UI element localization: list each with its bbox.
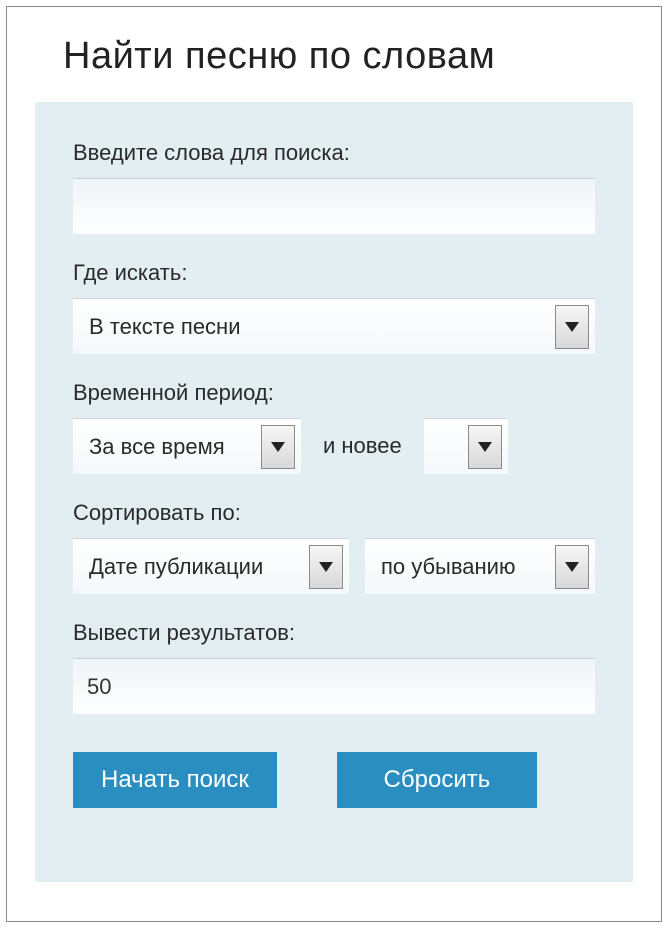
time-period-select[interactable]: За все время [73, 418, 301, 474]
page-title: Найти песню по словам [7, 7, 661, 102]
form-container: Найти песню по словам Введите слова для … [6, 6, 662, 922]
chevron-down-icon [478, 442, 492, 452]
results-count-label: Вывести результатов: [73, 620, 595, 646]
search-panel: Введите слова для поиска: Где искать: В … [35, 102, 633, 882]
sort-by-field: Сортировать по: Дате публикации по убыва… [73, 500, 595, 594]
chevron-down-icon [565, 562, 579, 572]
search-words-label: Введите слова для поиска: [73, 140, 595, 166]
sort-by-value: Дате публикации [89, 554, 263, 580]
search-in-field: Где искать: В тексте песни [73, 260, 595, 354]
sort-by-label: Сортировать по: [73, 500, 595, 526]
time-period-select-2[interactable] [424, 418, 508, 474]
sort-by-select[interactable]: Дате публикации [73, 538, 349, 594]
chevron-down-icon [319, 562, 333, 572]
dropdown-button[interactable] [555, 545, 589, 589]
dropdown-button[interactable] [555, 305, 589, 349]
results-count-input[interactable] [73, 658, 595, 714]
search-in-label: Где искать: [73, 260, 595, 286]
dropdown-button[interactable] [309, 545, 343, 589]
sort-direction-value: по убыванию [381, 554, 516, 580]
search-in-select[interactable]: В тексте песни [73, 298, 595, 354]
sort-direction-select[interactable]: по убыванию [365, 538, 595, 594]
search-words-field: Введите слова для поиска: [73, 140, 595, 234]
chevron-down-icon [271, 442, 285, 452]
chevron-down-icon [565, 322, 579, 332]
time-period-value: За все время [89, 434, 225, 460]
time-period-label: Временной период: [73, 380, 595, 406]
search-button[interactable]: Начать поиск [73, 752, 277, 808]
reset-button[interactable]: Сбросить [337, 752, 537, 808]
search-in-value: В тексте песни [89, 314, 241, 340]
results-count-field: Вывести результатов: [73, 620, 595, 714]
dropdown-button[interactable] [468, 425, 502, 469]
search-words-input[interactable] [73, 178, 595, 234]
time-period-field: Временной период: За все время и новее [73, 380, 595, 474]
dropdown-button[interactable] [261, 425, 295, 469]
time-period-conjunction: и новее [317, 418, 408, 474]
button-row: Начать поиск Сбросить [73, 752, 595, 808]
